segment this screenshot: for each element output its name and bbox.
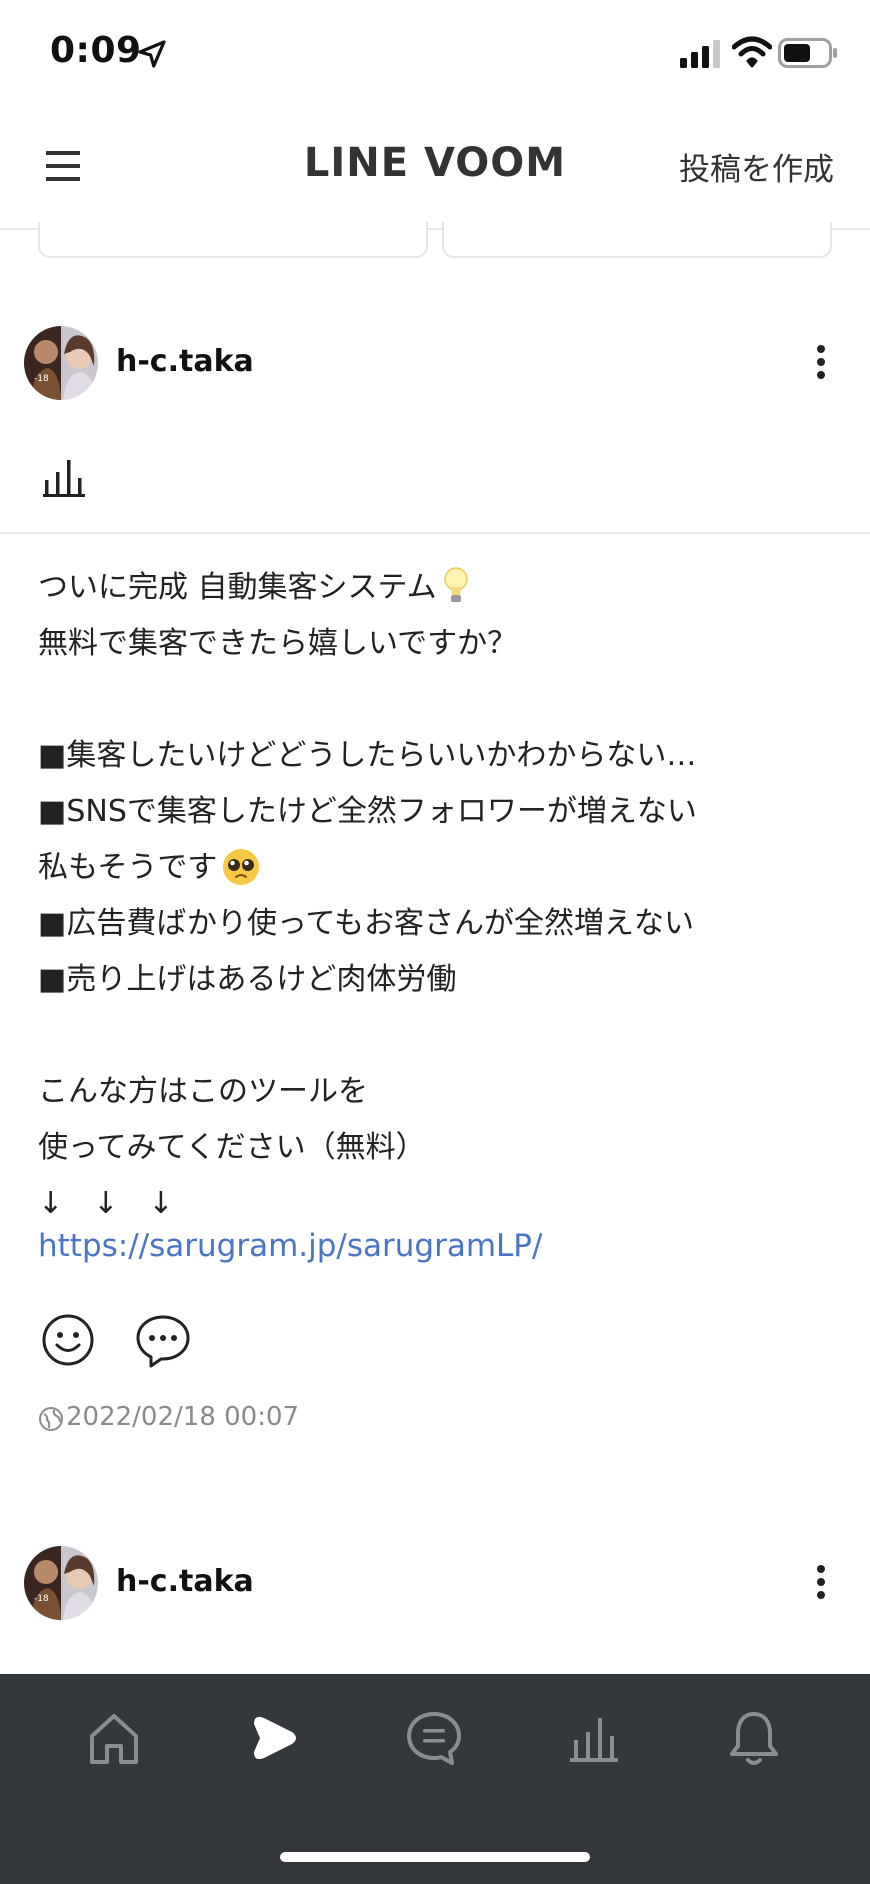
post-line: ↓ ↓ ↓: [38, 1186, 174, 1221]
more-options-icon[interactable]: [815, 344, 827, 380]
post-line: ■集客したいけどどうしたらいいかわからない…: [38, 738, 697, 773]
svg-text:-18: -18: [34, 1594, 49, 1604]
post-line: 私もそうです: [38, 840, 838, 896]
post-stats-icon[interactable]: [40, 456, 88, 498]
post-line: ■売り上げはあるけど肉体労働: [38, 962, 457, 997]
post-line-text: 私もそうです: [38, 850, 218, 885]
comment-icon[interactable]: [134, 1312, 192, 1370]
post-line: ■広告費ばかり使ってもお客さんが全然増えない: [38, 906, 694, 941]
smiley-reaction-icon[interactable]: [40, 1312, 96, 1368]
bell-icon[interactable]: [724, 1708, 784, 1768]
post-line: ■SNSで集客したけど全然フォロワーが増えない: [38, 794, 697, 829]
svg-text:-18: -18: [34, 374, 49, 384]
previous-card-right[interactable]: [442, 222, 832, 258]
voom-play-icon[interactable]: [244, 1708, 304, 1768]
app-header: LINE VOOM 投稿を作成: [0, 108, 870, 230]
globe-icon: [39, 1407, 63, 1431]
avatar-image: -18: [24, 1546, 98, 1620]
avatar-image: -18: [24, 326, 98, 400]
post-author-name[interactable]: h-c.taka: [116, 344, 254, 379]
pleading-face-icon: [223, 849, 260, 885]
next-post-author-name[interactable]: h-c.taka: [116, 1564, 254, 1599]
divider: [0, 532, 870, 534]
line-voom-screen: 0:09 LINE VOOM 投稿を作成 -18 h-c.taka ついに完成 …: [0, 0, 870, 1884]
more-options-icon[interactable]: [815, 1564, 827, 1600]
post-line: ついに完成 自動集客システム: [38, 560, 838, 616]
post-body: ついに完成 自動集客システム 無料で集客できたら嬉しいですか？ ■集客したいけど…: [38, 560, 838, 1232]
status-bar: 0:09: [0, 0, 870, 108]
avatar[interactable]: -18: [24, 326, 98, 400]
home-icon[interactable]: [84, 1708, 144, 1768]
post-line-text: ついに完成 自動集客システム: [38, 570, 437, 605]
post-link[interactable]: https://sarugram.jp/sarugramLP/: [38, 1228, 542, 1264]
location-arrow-icon: [138, 40, 166, 68]
post-line: 使ってみてください（無料）: [38, 1130, 426, 1165]
post-line: [38, 1008, 838, 1064]
avatar[interactable]: -18: [24, 1546, 98, 1620]
post-line: [38, 672, 838, 728]
create-post-button[interactable]: 投稿を作成: [679, 144, 834, 189]
chat-icon[interactable]: [404, 1708, 464, 1768]
post-date: 2022/02/18 00:07: [66, 1402, 300, 1432]
status-time: 0:09: [50, 30, 142, 71]
wifi-icon: [732, 36, 772, 68]
home-indicator[interactable]: [280, 1852, 590, 1862]
lightbulb-icon: [443, 567, 468, 602]
previous-card-left[interactable]: [38, 222, 428, 258]
battery-icon: [778, 38, 837, 68]
post-line: 無料で集客できたら嬉しいですか？: [38, 626, 518, 661]
post-line: こんな方はこのツールを: [38, 1074, 368, 1109]
signal-icon: [680, 40, 720, 68]
stats-icon[interactable]: [564, 1708, 624, 1768]
